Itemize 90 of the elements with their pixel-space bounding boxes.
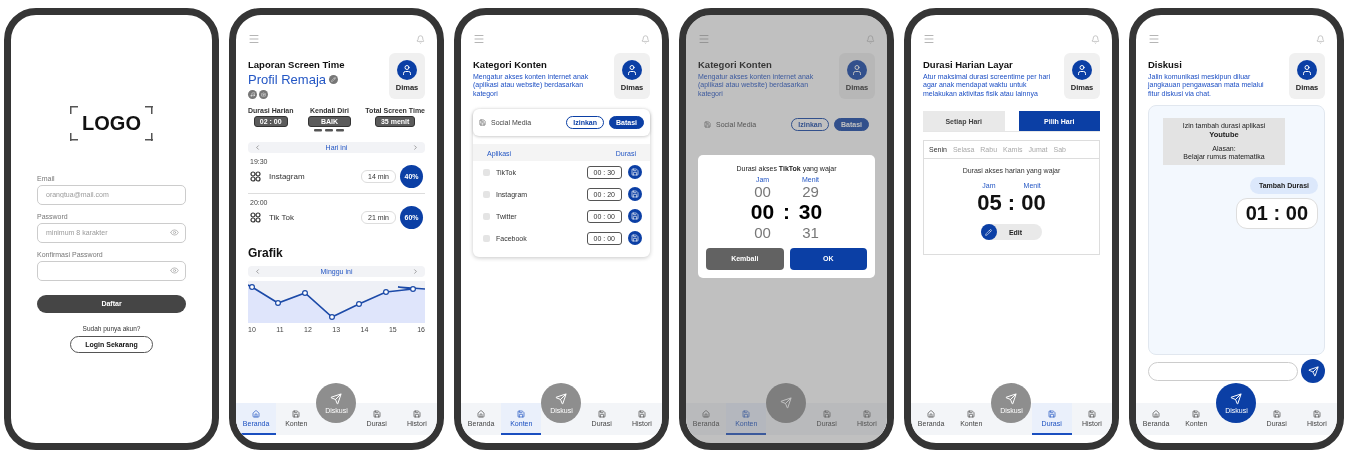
screen-title: Diskusi — [1148, 59, 1183, 70]
level-bars-icon — [314, 129, 345, 132]
save-icon — [967, 409, 976, 418]
save-icon — [1312, 409, 1321, 418]
hour-value[interactable]: 00 — [754, 183, 771, 201]
bell-icon[interactable] — [416, 34, 425, 44]
app-icon — [483, 190, 490, 198]
minute-value[interactable]: 30 — [798, 200, 823, 225]
app-icon — [483, 234, 490, 242]
save-button[interactable] — [628, 209, 642, 223]
home-icon — [477, 409, 486, 418]
menu-icon[interactable] — [473, 33, 485, 45]
app-grid-icon — [250, 212, 261, 223]
send-icon — [555, 392, 568, 405]
send-button[interactable] — [1301, 359, 1325, 383]
menu-icon[interactable] — [248, 33, 260, 45]
bell-icon[interactable] — [1316, 34, 1325, 44]
save-icon — [1087, 409, 1096, 418]
bell-icon[interactable] — [1091, 34, 1100, 44]
duration-value: 05 : 00 — [977, 190, 1046, 216]
profile-subtitle: Profil Remaja — [248, 72, 327, 87]
home-icon — [702, 409, 711, 418]
save-icon — [637, 409, 646, 418]
avatar-icon — [847, 60, 867, 80]
send-icon — [1005, 392, 1018, 405]
bell-icon[interactable] — [866, 34, 875, 44]
save-icon — [862, 409, 871, 418]
save-icon — [597, 409, 606, 418]
eye-icon[interactable] — [170, 265, 179, 275]
app-name: Tik Tok — [269, 213, 295, 222]
home-icon — [927, 409, 936, 418]
hour-value[interactable]: 00 — [750, 200, 775, 225]
minute-value[interactable]: 31 — [802, 224, 819, 242]
app-grid-icon — [250, 171, 261, 182]
save-icon — [631, 190, 639, 198]
send-icon — [330, 392, 343, 405]
save-icon — [822, 409, 831, 418]
chevron-left-icon[interactable] — [254, 268, 261, 275]
duration-bubble: 01 : 00 — [1235, 198, 1318, 229]
save-icon — [1272, 409, 1281, 418]
camera-icon — [259, 90, 268, 99]
minute-value[interactable]: 29 — [802, 183, 819, 201]
pencil-icon[interactable] — [329, 75, 339, 84]
section-title: Grafik — [248, 246, 284, 260]
send-icon — [1230, 392, 1243, 405]
save-icon — [479, 119, 486, 126]
input-field[interactable] — [37, 260, 186, 281]
pencil-icon — [980, 224, 997, 240]
send-icon — [1307, 365, 1319, 377]
avatar-icon — [397, 60, 417, 80]
save-icon — [742, 409, 751, 418]
bell-icon[interactable] — [641, 34, 650, 44]
avatar-icon — [622, 60, 642, 80]
save-icon — [704, 121, 711, 128]
save-icon — [372, 409, 381, 418]
home-icon — [252, 409, 261, 418]
hour-value[interactable]: 00 — [754, 224, 771, 242]
logo: LOGO — [70, 105, 153, 141]
screen-title: Laporan Screen Time — [248, 59, 345, 70]
save-icon — [412, 409, 421, 418]
save-button[interactable] — [628, 187, 642, 201]
app-name: Instagram — [269, 172, 306, 181]
save-icon — [1047, 409, 1056, 418]
screen-title: Kategori Konten — [698, 59, 773, 70]
save-icon — [631, 212, 639, 220]
avatar-icon — [1297, 60, 1317, 80]
save-button[interactable] — [628, 231, 642, 245]
chevron-right-icon[interactable] — [412, 144, 419, 151]
save-icon — [631, 168, 639, 176]
chevron-left-icon[interactable] — [254, 144, 261, 151]
eye-icon[interactable] — [170, 227, 179, 237]
menu-icon[interactable] — [698, 33, 710, 45]
chevron-right-icon[interactable] — [412, 268, 419, 275]
menu-icon[interactable] — [923, 33, 935, 45]
screen-title: Kategori Konten — [473, 59, 548, 70]
save-icon — [631, 234, 639, 242]
save-button[interactable] — [628, 165, 642, 179]
save-icon — [292, 409, 301, 418]
discussion-button[interactable] — [766, 383, 807, 423]
save-icon — [1192, 409, 1201, 418]
send-icon — [780, 397, 793, 409]
app-icon — [483, 168, 490, 176]
app-icon — [483, 212, 490, 220]
home-icon — [1152, 409, 1161, 418]
screen-title: Durasi Harian Layar — [923, 59, 1014, 70]
save-icon — [517, 409, 526, 418]
time-separator: : — [783, 200, 790, 225]
music-icon — [248, 90, 257, 99]
avatar-icon — [1072, 60, 1092, 80]
menu-icon[interactable] — [1148, 33, 1160, 45]
